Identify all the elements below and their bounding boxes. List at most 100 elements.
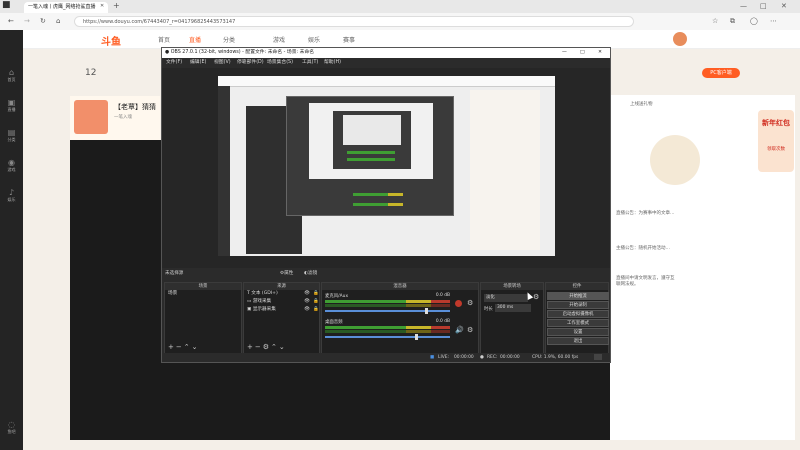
sidebar-item-game[interactable]: ◉ 游戏 xyxy=(2,158,21,173)
scenes-dock: 场景 场景 +−⌃⌄ xyxy=(164,282,242,354)
remove-icon[interactable]: − xyxy=(176,343,184,351)
url-input[interactable]: https://www.douyu.com/67443407_r=0417968… xyxy=(74,16,634,27)
menu-view[interactable]: 视图(V) xyxy=(214,58,231,68)
scene-item[interactable]: 场景 xyxy=(165,290,241,298)
category-icon: ▤ xyxy=(7,128,16,137)
maximize-icon[interactable]: □ xyxy=(760,3,767,10)
sidebar-item-fishbar[interactable]: ◌ 鱼吧 xyxy=(2,420,21,435)
scenes-dock-controls: +−⌃⌄ xyxy=(168,343,200,351)
filters-button[interactable]: ◐滤镜 xyxy=(304,268,317,280)
move-up-icon[interactable]: ⌃ xyxy=(271,343,279,351)
lock-icon[interactable]: 🔒 xyxy=(313,306,319,314)
home-icon[interactable]: ⌂ xyxy=(56,18,60,25)
add-icon[interactable]: + xyxy=(247,343,255,351)
room-info: 【老覃】猜猜 一笔入魂 xyxy=(70,96,160,142)
sidebar-item-live[interactable]: ▣ 直播 xyxy=(2,98,21,113)
forward-icon[interactable]: → xyxy=(24,18,30,25)
new-tab-button[interactable]: + xyxy=(113,2,120,10)
obs-maximize-icon[interactable]: □ xyxy=(580,48,585,58)
transitions-dock-title: 场景转场 xyxy=(481,283,543,290)
obs-preview[interactable] xyxy=(162,68,610,268)
sidebar-item-entertainment[interactable]: ♪ 娱乐 xyxy=(2,188,21,203)
nav-live[interactable]: 直播 xyxy=(189,35,201,44)
visibility-icon[interactable]: 👁 xyxy=(304,298,310,306)
transition-select[interactable]: 淡化 xyxy=(484,294,528,302)
menu-scene-collection[interactable]: 场景集合(S) xyxy=(267,58,293,68)
more-menu-icon[interactable]: ⋯ xyxy=(770,18,777,25)
lock-icon[interactable]: 🔒 xyxy=(313,290,319,298)
speaker-icon[interactable]: 🔊 xyxy=(455,326,464,334)
properties-button[interactable]: ⚙属性 xyxy=(280,268,293,280)
remove-icon[interactable]: − xyxy=(255,343,263,351)
nav-events[interactable]: 赛事 xyxy=(343,35,355,44)
move-down-icon[interactable]: ⌄ xyxy=(192,343,200,351)
favorite-icon[interactable]: ☆ xyxy=(712,18,718,25)
display-capture xyxy=(218,76,555,256)
site-logo[interactable]: 斗鱼 xyxy=(101,33,121,48)
visibility-icon[interactable]: 👁 xyxy=(304,306,310,314)
gear-icon[interactable]: ⚙ xyxy=(533,293,539,301)
sources-dock: 来源 T 文本 (GDI+) 👁 🔒 ▭ 游戏采集 👁 🔒 ▣ 显示器采集 👁 🔒 +−⚙⌃… xyxy=(243,282,320,354)
tab-close-icon[interactable]: ✕ xyxy=(100,4,104,9)
menu-docks[interactable]: 停靠部件(D) xyxy=(237,58,264,68)
nested-meter-4 xyxy=(353,203,403,206)
menu-help[interactable]: 帮助(H) xyxy=(324,58,341,68)
volume-knob[interactable] xyxy=(425,308,428,314)
text-icon: T xyxy=(247,291,250,296)
settings-button[interactable]: 设置 xyxy=(547,328,609,336)
start-recording-button[interactable]: 开始录制 xyxy=(547,301,609,309)
source-item[interactable]: ▭ 游戏采集 👁 🔒 xyxy=(244,298,319,306)
menu-edit[interactable]: 编辑(E) xyxy=(190,58,206,68)
volume-slider[interactable] xyxy=(325,334,450,340)
gear-icon[interactable]: ⚙ xyxy=(263,343,271,351)
obs-window[interactable]: ● OBS 27.0.1 (32-bit, windows) - 配置文件: 未… xyxy=(161,47,611,363)
site-sidebar: ⌂ 首页 ▣ 直播 ▤ 分类 ◉ 游戏 ♪ 娱乐 ◌ 鱼吧 xyxy=(0,30,23,450)
pc-client-button[interactable]: PC客户端 xyxy=(702,68,740,78)
menu-file[interactable]: 文件(F) xyxy=(166,58,182,68)
studio-mode-button[interactable]: 工作室模式 xyxy=(547,319,609,327)
close-window-icon[interactable]: ✕ xyxy=(781,3,787,10)
add-icon[interactable]: + xyxy=(168,343,176,351)
sidebar-item-home[interactable]: ⌂ 首页 xyxy=(2,68,21,83)
move-down-icon[interactable]: ⌄ xyxy=(279,343,287,351)
volume-knob[interactable] xyxy=(415,334,418,340)
right-panel-text-2: 主播公告：随机开始活动… xyxy=(616,246,670,251)
virtual-camera-button[interactable]: 启动虚拟摄像机 xyxy=(547,310,609,318)
gear-icon[interactable]: ⚙ xyxy=(467,299,473,307)
source-item[interactable]: T 文本 (GDI+) 👁 🔒 xyxy=(244,290,319,298)
right-panel-text-1: 直播公告：为赛事中的文章… xyxy=(616,211,675,216)
obs-close-icon[interactable]: ✕ xyxy=(598,48,602,58)
volume-slider[interactable] xyxy=(325,308,450,314)
account-icon[interactable]: ◯ xyxy=(750,18,758,25)
nav-home[interactable]: 首页 xyxy=(158,35,170,44)
lock-icon[interactable]: 🔒 xyxy=(313,298,319,306)
right-panel-text-0: 上线送礼物 xyxy=(630,102,653,107)
back-icon[interactable]: ← xyxy=(8,18,14,25)
duration-input[interactable]: 300 ms xyxy=(495,304,531,312)
browser-tab-bar: ■ 一笔入魂丨虎鹰_网络抢鲨直播 ✕ + — □ ✕ xyxy=(0,0,800,13)
exit-button[interactable]: 退出 xyxy=(547,337,609,345)
refresh-icon[interactable]: ↻ xyxy=(40,18,46,25)
start-streaming-button[interactable]: 开始推流 xyxy=(547,292,609,300)
obs-minimize-icon[interactable]: — xyxy=(562,48,567,58)
nav-entertainment[interactable]: 娱乐 xyxy=(308,35,320,44)
sidebar-item-category[interactable]: ▤ 分类 xyxy=(2,128,21,143)
nav-category[interactable]: 分类 xyxy=(223,35,235,44)
streamer-avatar[interactable] xyxy=(74,100,108,134)
avatar[interactable] xyxy=(673,32,687,46)
visibility-icon[interactable]: 👁 xyxy=(304,290,310,298)
game-capture-icon: ▭ xyxy=(247,299,252,304)
nav-game[interactable]: 游戏 xyxy=(273,35,285,44)
move-up-icon[interactable]: ⌃ xyxy=(184,343,192,351)
rec-time: 00:00:00 xyxy=(500,355,520,360)
minimize-icon[interactable]: — xyxy=(740,3,747,10)
mute-mic-icon[interactable] xyxy=(455,300,462,307)
new-year-promo[interactable]: 新年红包 领取次数 xyxy=(758,110,794,172)
resize-grip-icon[interactable] xyxy=(594,354,602,360)
collections-icon[interactable]: ⧉ xyxy=(730,18,735,25)
source-item[interactable]: ▣ 显示器采集 👁 🔒 xyxy=(244,306,319,314)
browser-tab[interactable]: 一笔入魂丨虎鹰_网络抢鲨直播 xyxy=(24,2,108,13)
gear-icon[interactable]: ⚙ xyxy=(467,326,473,334)
track-name: 麦克风/Aux xyxy=(325,294,349,299)
menu-tools[interactable]: 工具(T) xyxy=(302,58,318,68)
